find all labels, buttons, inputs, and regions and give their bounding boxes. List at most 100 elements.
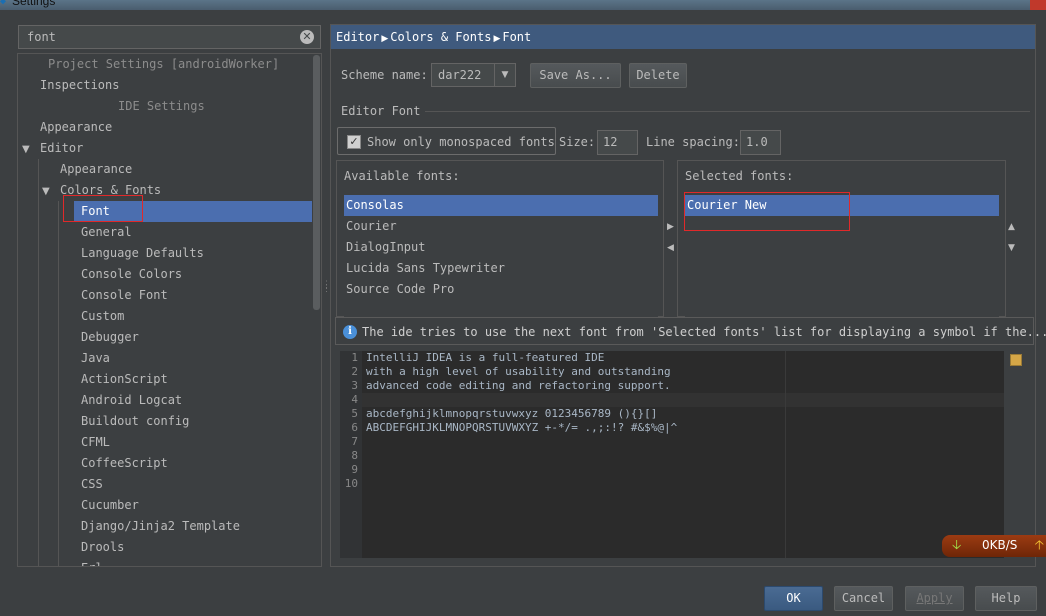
preview-line: advanced code editing and refactoring su… bbox=[366, 379, 671, 392]
line-number: 1 bbox=[351, 351, 358, 364]
move-up-arrow-icon[interactable]: ▲ bbox=[1008, 222, 1015, 232]
available-fonts-panel: Available fonts: Consolas Courier Dialog… bbox=[336, 160, 664, 317]
window-title: Settings bbox=[12, 0, 56, 8]
tree-scrollbar-thumb[interactable] bbox=[313, 55, 320, 310]
tree-item-css[interactable]: CSS bbox=[81, 474, 103, 495]
tree-item-language-defaults[interactable]: Language Defaults bbox=[81, 243, 204, 264]
tree-item-label: Colors & Fonts bbox=[60, 183, 162, 197]
monospaced-only-label: Show only monospaced fonts bbox=[367, 135, 555, 149]
font-list-item[interactable]: DialogInput bbox=[344, 237, 658, 258]
expand-arrow-icon[interactable]: ▼ bbox=[42, 181, 54, 202]
splitter-grip-icon[interactable]: ⋮ ⋮ bbox=[322, 281, 331, 303]
tree-scrollbar[interactable] bbox=[312, 55, 321, 565]
apply-button[interactable]: Apply bbox=[905, 586, 964, 611]
line-number-gutter: 1 2 3 4 5 6 7 8 9 10 bbox=[340, 351, 362, 558]
line-number: 10 bbox=[344, 477, 358, 490]
preview-scrollbar[interactable] bbox=[1005, 351, 1023, 558]
breadcrumb: Editor ▶ Colors & Fonts ▶ Font bbox=[331, 25, 1035, 49]
line-number: 4 bbox=[351, 393, 358, 406]
upload-arrow-icon: 🡡 bbox=[1034, 538, 1044, 553]
line-number: 2 bbox=[351, 365, 358, 378]
expand-arrow-icon[interactable]: ▼ bbox=[22, 139, 34, 160]
tree-item-editor-appearance[interactable]: Appearance bbox=[60, 159, 132, 180]
remove-font-arrow-icon[interactable]: ◀ bbox=[667, 243, 674, 253]
tree-guide-line bbox=[58, 201, 59, 566]
line-number: 8 bbox=[351, 449, 358, 462]
tree-item-font[interactable]: Font bbox=[74, 201, 312, 222]
tree-item-inspections[interactable]: Inspections bbox=[40, 75, 119, 96]
tree-item-coffeescript[interactable]: CoffeeScript bbox=[81, 453, 168, 474]
settings-search: ✕ bbox=[18, 25, 321, 49]
help-button[interactable]: Help bbox=[975, 586, 1037, 611]
dropdown-arrow-icon[interactable]: ▼ bbox=[494, 64, 515, 86]
tree-item-colors-fonts[interactable]: ▼ Colors & Fonts bbox=[42, 180, 161, 201]
monospaced-only-checkbox[interactable]: ✓ Show only monospaced fonts bbox=[337, 127, 556, 155]
line-number: 5 bbox=[351, 407, 358, 420]
tree-item-cucumber[interactable]: Cucumber bbox=[81, 495, 139, 516]
font-preview-editor[interactable]: 1 2 3 4 5 6 7 8 9 10 IntelliJ IDEA is a … bbox=[340, 351, 1004, 558]
line-number: 9 bbox=[351, 463, 358, 476]
tree-item-custom[interactable]: Custom bbox=[81, 306, 124, 327]
selected-fonts-panel: Selected fonts: Courier New bbox=[677, 160, 1006, 317]
preview-line: IntelliJ IDEA is a full-featured IDE bbox=[366, 351, 605, 364]
line-number: 6 bbox=[351, 421, 358, 434]
line-number: 7 bbox=[351, 435, 358, 448]
add-font-arrow-icon[interactable]: ▶ bbox=[667, 222, 674, 232]
window-titlebar: ◆ Settings bbox=[0, 0, 1046, 10]
scheme-name-value: dar222 bbox=[438, 68, 482, 82]
line-spacing-input[interactable]: 1.0 bbox=[740, 130, 781, 155]
tree-item-general[interactable]: General bbox=[81, 222, 132, 243]
size-label: Size: bbox=[559, 135, 596, 149]
preview-line: abcdefghijklmnopqrstuvwxyz 0123456789 ()… bbox=[366, 407, 658, 420]
breadcrumb-item: Editor bbox=[336, 30, 380, 44]
font-list-item[interactable]: Courier New bbox=[685, 195, 999, 216]
tree-item-cfml[interactable]: CFML bbox=[81, 432, 110, 453]
tree-item-android-logcat[interactable]: Android Logcat bbox=[81, 390, 182, 411]
settings-tree: Project Settings [androidWorker] Inspect… bbox=[17, 53, 322, 567]
checkbox-checked-icon[interactable]: ✓ bbox=[347, 135, 361, 149]
font-list-item[interactable]: Lucida Sans Typewriter bbox=[344, 258, 658, 279]
network-speed-widget: 🡣 0KB/S 🡡 bbox=[942, 535, 1046, 557]
preview-line: ABCDEFGHIJKLMNOPQRSTUVWXYZ +-*/= .,;:!? … bbox=[366, 421, 678, 434]
tree-item-java[interactable]: Java bbox=[81, 348, 110, 369]
move-down-arrow-icon[interactable]: ▼ bbox=[1008, 243, 1015, 253]
line-spacing-label: Line spacing: bbox=[646, 135, 740, 149]
ok-button[interactable]: OK bbox=[764, 586, 823, 611]
font-list-item[interactable]: Courier bbox=[344, 216, 658, 237]
breadcrumb-separator-icon: ▶ bbox=[493, 34, 501, 44]
tree-item-editor[interactable]: ▼ Editor bbox=[22, 138, 83, 159]
available-fonts-list[interactable]: Consolas Courier DialogInput Lucida Sans… bbox=[344, 195, 658, 317]
app-icon: ◆ bbox=[0, 0, 7, 7]
selected-fonts-list[interactable]: Courier New bbox=[685, 195, 999, 317]
font-list-item[interactable]: Source Code Pro bbox=[344, 279, 658, 300]
window-close-button[interactable] bbox=[1030, 0, 1046, 10]
cancel-button[interactable]: Cancel bbox=[834, 586, 893, 611]
clear-search-icon[interactable]: ✕ bbox=[300, 30, 314, 44]
tree-item-console-colors[interactable]: Console Colors bbox=[81, 264, 182, 285]
tree-item-console-font[interactable]: Console Font bbox=[81, 285, 168, 306]
line-number: 3 bbox=[351, 379, 358, 392]
tree-item-django[interactable]: Django/Jinja2 Template bbox=[81, 516, 240, 537]
scheme-name-select[interactable]: dar222 ▼ bbox=[431, 63, 516, 87]
tree-item-drools[interactable]: Drools bbox=[81, 537, 124, 558]
tree-item-buildout-config[interactable]: Buildout config bbox=[81, 411, 189, 432]
tree-item-appearance[interactable]: Appearance bbox=[40, 117, 112, 138]
error-stripe-marker[interactable] bbox=[1010, 354, 1022, 366]
download-arrow-icon: 🡣 bbox=[952, 538, 962, 553]
search-input[interactable] bbox=[19, 26, 297, 48]
delete-button[interactable]: Delete bbox=[629, 63, 687, 88]
tree-item-actionscript[interactable]: ActionScript bbox=[81, 369, 168, 390]
size-input[interactable]: 12 bbox=[597, 130, 638, 155]
preview-line: with a high level of usability and outst… bbox=[366, 365, 671, 378]
info-tooltip: i The ide tries to use the next font fro… bbox=[335, 317, 1046, 345]
breadcrumb-item: Colors & Fonts bbox=[390, 30, 492, 44]
tree-section-project: Project Settings [androidWorker] bbox=[48, 57, 280, 71]
tree-item-cut-off[interactable]: Erl bbox=[81, 558, 103, 566]
tree-item-debugger[interactable]: Debugger bbox=[81, 327, 139, 348]
group-separator bbox=[425, 111, 1030, 112]
font-list-item[interactable]: Consolas bbox=[344, 195, 658, 216]
scheme-name-label: Scheme name: bbox=[341, 68, 428, 82]
tree-section-ide: IDE Settings bbox=[118, 99, 205, 113]
save-as-button[interactable]: Save As... bbox=[530, 63, 621, 88]
caret-line-highlight bbox=[362, 393, 1004, 407]
